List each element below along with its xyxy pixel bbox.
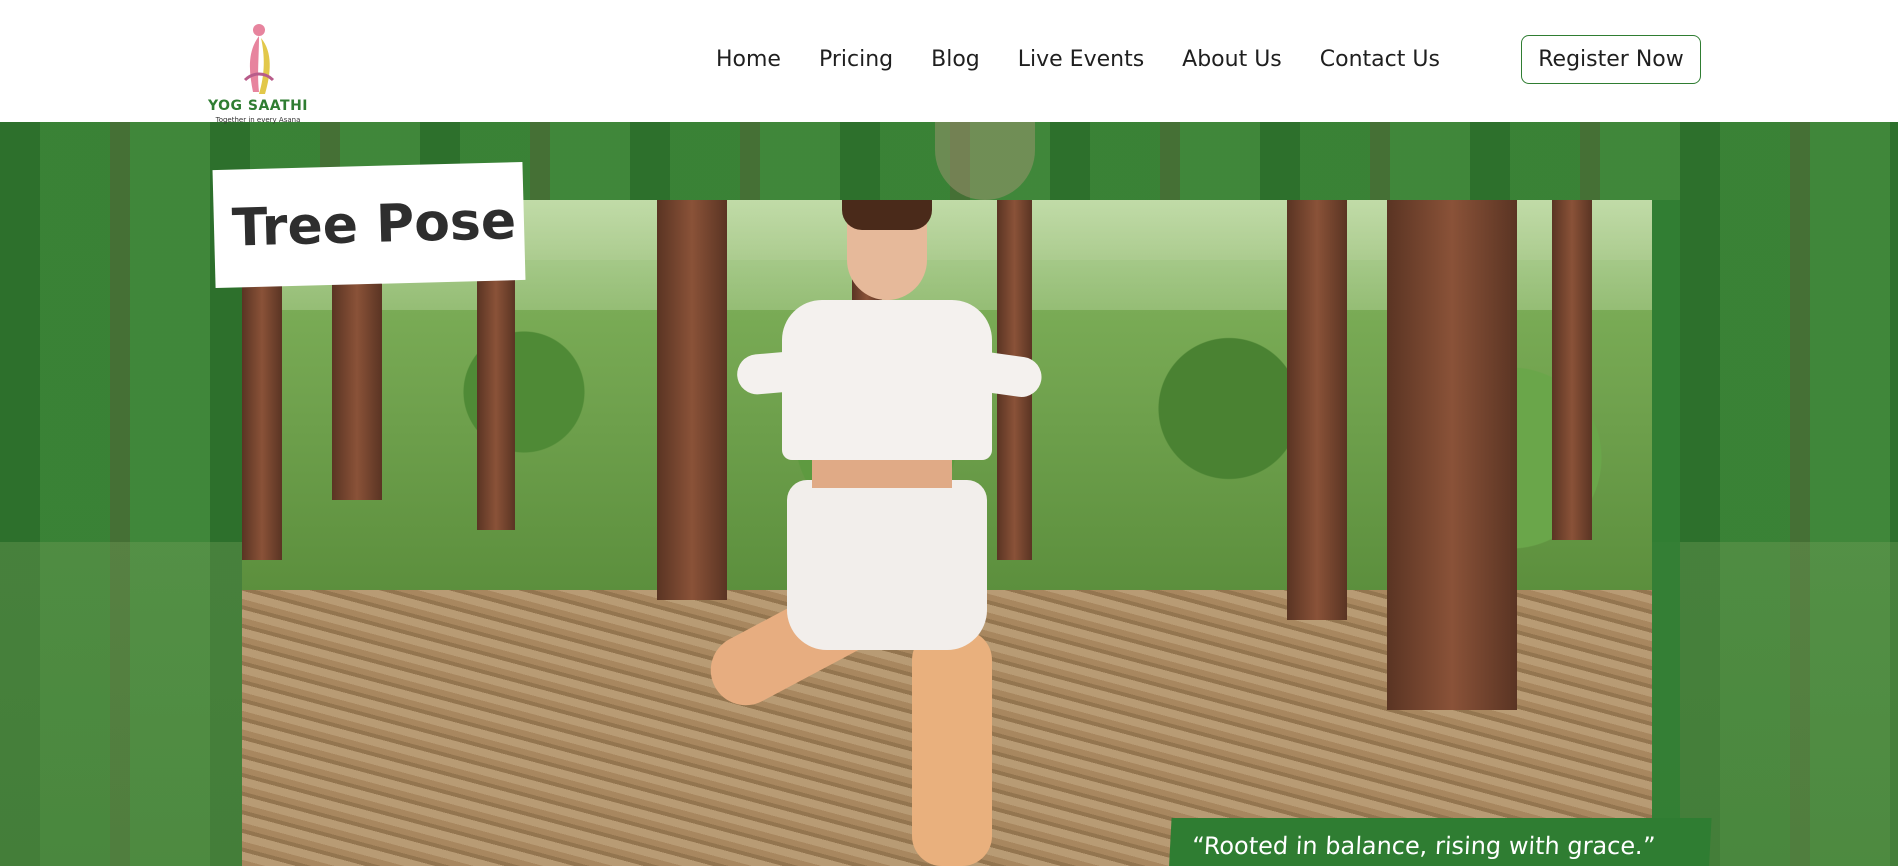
tree-trunk: [1552, 200, 1592, 540]
tree-trunk: [1387, 200, 1517, 710]
pose-quote: “Rooted in balance, rising with grace.”: [1191, 832, 1656, 860]
logo-name: YOG SAATHI: [207, 98, 309, 114]
tree-trunk: [1287, 200, 1347, 620]
yoga-practitioner: [698, 200, 1102, 866]
white-shorts: [787, 480, 987, 650]
main-nav: Home Pricing Blog Live Events About Us C…: [716, 35, 1478, 83]
standing-leg: [912, 630, 992, 866]
nav-home-link[interactable]: Home: [716, 47, 781, 72]
pose-title-tag: Tree Pose: [212, 161, 526, 289]
nav-contact-us-link[interactable]: Contact Us: [1320, 47, 1440, 72]
logo[interactable]: YOG SAATHI Together in every Asana: [203, 18, 313, 130]
pose-title: Tree Pose: [231, 191, 517, 259]
nav-blog-link[interactable]: Blog: [931, 47, 980, 72]
hero-photo: [242, 200, 1652, 866]
register-now-button[interactable]: Register Now: [1521, 35, 1701, 84]
hair: [842, 200, 932, 230]
quote-ribbon: “Rooted in balance, rising with grace.”: [1168, 818, 1712, 866]
nav-live-events-link[interactable]: Live Events: [1018, 47, 1144, 72]
nav-about-us-link[interactable]: About Us: [1182, 47, 1282, 72]
background-blurred-figure: [935, 122, 1035, 200]
nav-pricing-link[interactable]: Pricing: [819, 47, 893, 72]
logo-tagline: Together in every Asana: [215, 116, 301, 124]
midriff: [812, 458, 952, 488]
photo-frame-accent: [1650, 200, 1680, 866]
yoga-pose-logo-icon: [243, 24, 275, 94]
site-header: YOG SAATHI Together in every Asana Home …: [0, 0, 1898, 124]
